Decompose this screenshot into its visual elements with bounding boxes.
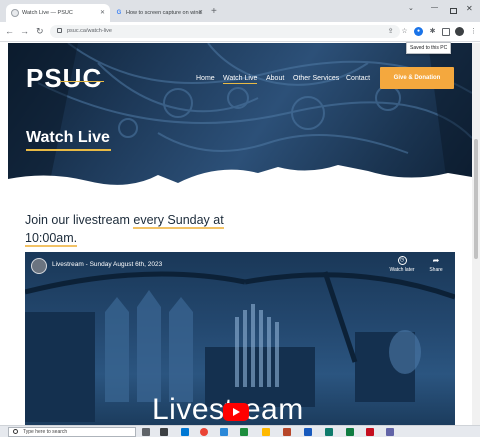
join-highlight-time: 10:00am. xyxy=(25,231,78,247)
reload-icon[interactable]: ↻ xyxy=(36,25,44,37)
google-favicon-icon: G xyxy=(116,10,122,16)
browser-toolbar: ← → ↻ psuc.ca/watch-live ⇪ ☆ ● ✱ ⋮ xyxy=(0,22,480,42)
watch-later-label: Watch later xyxy=(389,267,415,273)
tab-search-chevron-icon[interactable]: ⌄ xyxy=(408,4,414,12)
page-scrollbar[interactable] xyxy=(472,43,480,425)
word-icon[interactable] xyxy=(304,428,312,436)
logo-underline xyxy=(60,81,104,82)
browser-tab-strip: Watch Live — PSUC ✕ G How to screen capt… xyxy=(0,0,480,22)
excel-icon[interactable] xyxy=(240,428,248,436)
share-button[interactable]: ➦ Share xyxy=(423,256,449,273)
windows-taskbar: Type here to search xyxy=(0,425,480,437)
close-icon[interactable]: ✕ xyxy=(100,4,105,22)
forward-arrow-icon[interactable]: → xyxy=(20,25,29,37)
save-to-pc-icon[interactable]: ● xyxy=(414,27,423,36)
page-title-underline xyxy=(26,149,111,151)
tab-title: How to screen capture on wind xyxy=(126,10,202,16)
tab-how-to-screen-capture[interactable]: G How to screen capture on wind ✕ xyxy=(110,4,208,22)
taskbar-search-box[interactable]: Type here to search xyxy=(8,427,136,437)
nav-watch-live[interactable]: Watch Live xyxy=(223,75,258,84)
chrome-icon[interactable] xyxy=(200,428,208,436)
nav-about[interactable]: About xyxy=(266,75,284,82)
join-prefix: Join our livestream xyxy=(25,213,134,227)
hero-torn-edge xyxy=(8,165,472,191)
app-icon-purple[interactable] xyxy=(386,428,394,436)
share-arrow-icon: ➦ xyxy=(432,256,440,265)
watch-later-button[interactable]: ◷ Watch later xyxy=(387,256,417,273)
powerpoint-icon[interactable] xyxy=(283,428,291,436)
minimize-button[interactable]: — xyxy=(431,4,438,11)
channel-avatar[interactable] xyxy=(31,258,47,274)
new-tab-button[interactable]: + xyxy=(211,6,217,18)
url-text: psuc.ca/watch-live xyxy=(67,28,112,34)
search-icon xyxy=(13,429,18,434)
play-icon xyxy=(233,408,240,416)
page-title: Watch Live xyxy=(26,129,110,146)
nav-other-services[interactable]: Other Services xyxy=(293,75,339,82)
join-highlight-day: every Sunday at xyxy=(133,213,224,229)
psuc-logo[interactable]: PSUC xyxy=(26,63,102,94)
close-icon[interactable]: ✕ xyxy=(198,4,203,22)
clock-icon: ◷ xyxy=(397,256,407,265)
nav-home[interactable]: Home xyxy=(196,75,215,82)
youtube-play-button[interactable] xyxy=(223,403,249,421)
edge-icon[interactable] xyxy=(181,428,189,436)
livestream-schedule-heading: Join our livestream every Sunday at 10:00… xyxy=(25,211,285,247)
tab-watch-live[interactable]: Watch Live — PSUC ✕ xyxy=(6,4,110,22)
video-title[interactable]: Livestream - Sunday August 6th, 2023 xyxy=(52,261,162,268)
close-window-button[interactable]: ✕ xyxy=(466,4,473,13)
app-icon-green[interactable] xyxy=(346,428,354,436)
share-page-icon[interactable]: ⇪ xyxy=(386,27,395,36)
page-viewport: PSUC Home Watch Live About Other Service… xyxy=(0,43,480,425)
scrollbar-thumb[interactable] xyxy=(474,139,478,259)
address-bar[interactable]: psuc.ca/watch-live xyxy=(50,25,400,38)
outlook-icon[interactable] xyxy=(220,428,228,436)
file-explorer-icon[interactable] xyxy=(262,428,270,436)
back-arrow-icon[interactable]: ← xyxy=(5,25,14,37)
widgets-icon[interactable] xyxy=(160,428,168,436)
task-view-icon[interactable] xyxy=(142,428,150,436)
extensions-puzzle-icon[interactable]: ✱ xyxy=(428,27,437,36)
maximize-button[interactable] xyxy=(450,8,457,14)
side-panel-icon[interactable] xyxy=(442,28,450,36)
youtube-embed[interactable]: Livestream - Sunday August 6th, 2023 ◷ W… xyxy=(25,252,455,425)
bookmark-star-icon[interactable]: ☆ xyxy=(400,27,409,36)
saved-tooltip: Saved to this PC xyxy=(406,42,452,54)
lock-icon xyxy=(57,28,62,33)
share-label: Share xyxy=(429,267,443,273)
psuc-favicon-icon xyxy=(11,9,19,17)
profile-avatar-icon[interactable] xyxy=(455,27,464,36)
taskbar-search-placeholder: Type here to search xyxy=(23,429,68,435)
hero-banner: PSUC Home Watch Live About Other Service… xyxy=(8,43,472,191)
kebab-menu-icon[interactable]: ⋮ xyxy=(469,27,478,36)
nav-contact[interactable]: Contact xyxy=(346,75,370,82)
give-donation-button[interactable]: Give & Donation xyxy=(380,67,454,89)
teams-icon[interactable] xyxy=(325,428,333,436)
tab-title: Watch Live — PSUC xyxy=(22,10,73,16)
acrobat-icon[interactable] xyxy=(366,428,374,436)
